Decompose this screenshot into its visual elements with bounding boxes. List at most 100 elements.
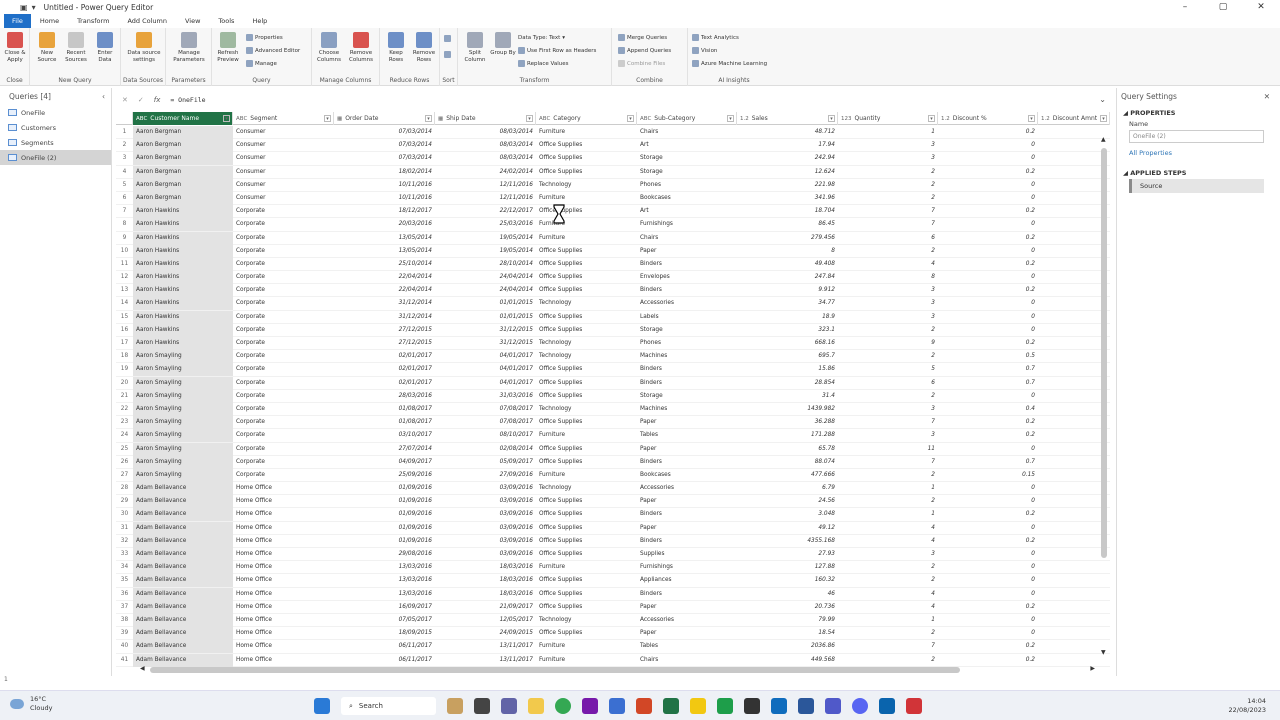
table-cell[interactable]: 160.32 [737, 574, 838, 587]
table-cell[interactable]: Office Supplies [536, 416, 637, 429]
table-cell[interactable]: 3 [838, 284, 938, 297]
table-cell[interactable]: 1 [838, 126, 938, 139]
table-cell[interactable]: 08/03/2014 [435, 126, 536, 139]
row-number[interactable]: 33 [116, 548, 133, 561]
table-cell[interactable]: 0 [938, 139, 1038, 152]
table-cell[interactable]: Corporate [233, 324, 334, 337]
table-cell[interactable]: 323.1 [737, 324, 838, 337]
table-cell[interactable]: 0.2 [938, 429, 1038, 442]
table-cell[interactable]: 0.2 [938, 508, 1038, 521]
table-cell[interactable]: 2 [838, 561, 938, 574]
table-cell[interactable]: 0 [938, 495, 1038, 508]
table-cell[interactable]: 2 [838, 324, 938, 337]
table-cell[interactable]: 27/12/2015 [334, 337, 435, 350]
table-cell[interactable]: Corporate [233, 443, 334, 456]
table-cell[interactable]: Corporate [233, 377, 334, 390]
table-cell[interactable]: 0.2 [938, 284, 1038, 297]
table-cell[interactable]: 0 [938, 245, 1038, 258]
row-number[interactable]: 18 [116, 350, 133, 363]
table-cell[interactable]: 07/03/2014 [334, 126, 435, 139]
table-cell[interactable]: Office Supplies [536, 205, 637, 218]
merge-queries-button[interactable]: Merge Queries [618, 33, 667, 42]
table-cell[interactable]: Aaron Hawkins [133, 297, 233, 311]
table-cell[interactable]: 0 [938, 311, 1038, 324]
table-cell[interactable]: 3 [838, 429, 938, 442]
table-cell[interactable]: 03/09/2016 [435, 508, 536, 521]
table-cell[interactable]: Corporate [233, 363, 334, 376]
table-cell[interactable]: Office Supplies [536, 574, 637, 587]
column-type-icon[interactable]: ▦ [337, 116, 342, 122]
table-cell[interactable]: Corporate [233, 403, 334, 416]
row-number[interactable]: 27 [116, 469, 133, 482]
table-cell[interactable]: Machines [637, 350, 737, 363]
table-cell[interactable]: 18.704 [737, 205, 838, 218]
table-cell[interactable]: Storage [637, 390, 737, 403]
table-cell[interactable]: Binders [637, 377, 737, 390]
manage-button[interactable]: Manage [246, 59, 277, 68]
table-cell[interactable]: 1 [838, 614, 938, 627]
table-cell[interactable]: Adam Bellavance [133, 534, 233, 548]
table-cell[interactable]: 0 [938, 588, 1038, 601]
table-cell[interactable]: Aaron Hawkins [133, 205, 233, 219]
table-cell[interactable]: 49.408 [737, 258, 838, 271]
table-cell[interactable]: Paper [637, 495, 737, 508]
table-cell[interactable]: 02/08/2014 [435, 443, 536, 456]
row-number[interactable]: 17 [116, 337, 133, 350]
table-cell[interactable]: Corporate [233, 469, 334, 482]
table-cell[interactable]: 03/09/2016 [435, 548, 536, 561]
column-header[interactable]: 1.2 Discount Amnt ▾ [1038, 112, 1110, 125]
table-cell[interactable]: 0.2 [938, 416, 1038, 429]
row-number[interactable]: 24 [116, 429, 133, 442]
table-cell[interactable]: Aaron Hawkins [133, 231, 233, 245]
table-cell[interactable]: Binders [637, 363, 737, 376]
table-cell[interactable]: 25/10/2014 [334, 258, 435, 271]
row-number[interactable]: 8 [116, 218, 133, 231]
table-cell[interactable]: 242.94 [737, 152, 838, 165]
row-number[interactable]: 30 [116, 508, 133, 521]
column-filter-icon[interactable]: ▾ [324, 115, 331, 122]
column-header[interactable]: ABC Segment ▾ [233, 112, 334, 125]
weather-widget[interactable]: 16°C Cloudy [10, 695, 52, 713]
clock[interactable]: 14:04 22/08/2023 [1229, 697, 1266, 715]
table-cell[interactable]: Home Office [233, 588, 334, 601]
excel-icon[interactable] [663, 698, 679, 714]
table-cell[interactable]: Technology [536, 482, 637, 495]
tab-help[interactable]: Help [243, 14, 276, 28]
table-cell[interactable]: 1 [838, 508, 938, 521]
column-type-icon[interactable]: 1.2 [941, 116, 950, 122]
table-cell[interactable]: 6 [838, 377, 938, 390]
fx-icon[interactable]: fx [154, 96, 161, 104]
column-header[interactable]: ABC Customer Name ▾ [133, 112, 233, 125]
table-cell[interactable]: 2 [838, 166, 938, 179]
row-number[interactable]: 5 [116, 179, 133, 192]
table-cell[interactable]: 3 [838, 297, 938, 310]
table-cell[interactable]: Office Supplies [536, 311, 637, 324]
table-cell[interactable]: Storage [637, 152, 737, 165]
table-cell[interactable]: Adam Bellavance [133, 548, 233, 561]
table-cell[interactable]: 13/03/2016 [334, 588, 435, 601]
table-cell[interactable]: Binders [637, 508, 737, 521]
table-cell[interactable]: 48.712 [737, 126, 838, 139]
power-bi-icon[interactable] [690, 698, 706, 714]
table-cell[interactable]: Technology [536, 614, 637, 627]
column-filter-icon[interactable]: ▾ [928, 115, 935, 122]
task-view-icon[interactable] [474, 698, 490, 714]
table-cell[interactable]: 0.2 [938, 232, 1038, 245]
row-number[interactable]: 10 [116, 245, 133, 258]
table-cell[interactable]: Furnishings [637, 561, 737, 574]
remove-rows-button[interactable]: Remove Rows [410, 32, 438, 64]
table-cell[interactable]: 06/11/2017 [334, 640, 435, 653]
row-number[interactable]: 23 [116, 416, 133, 429]
table-cell[interactable]: Labels [637, 311, 737, 324]
table-cell[interactable]: Adam Bellavance [133, 640, 233, 654]
table-cell[interactable]: Home Office [233, 561, 334, 574]
column-filter-icon[interactable]: ▾ [223, 115, 230, 122]
table-cell[interactable]: 477.666 [737, 469, 838, 482]
table-cell[interactable]: Home Office [233, 640, 334, 653]
table-cell[interactable]: 08/03/2014 [435, 139, 536, 152]
table-cell[interactable]: Binders [637, 456, 737, 469]
table-cell[interactable]: Consumer [233, 139, 334, 152]
table-cell[interactable]: 0 [938, 152, 1038, 165]
table-cell[interactable]: 22/04/2014 [334, 271, 435, 284]
table-cell[interactable]: Home Office [233, 495, 334, 508]
